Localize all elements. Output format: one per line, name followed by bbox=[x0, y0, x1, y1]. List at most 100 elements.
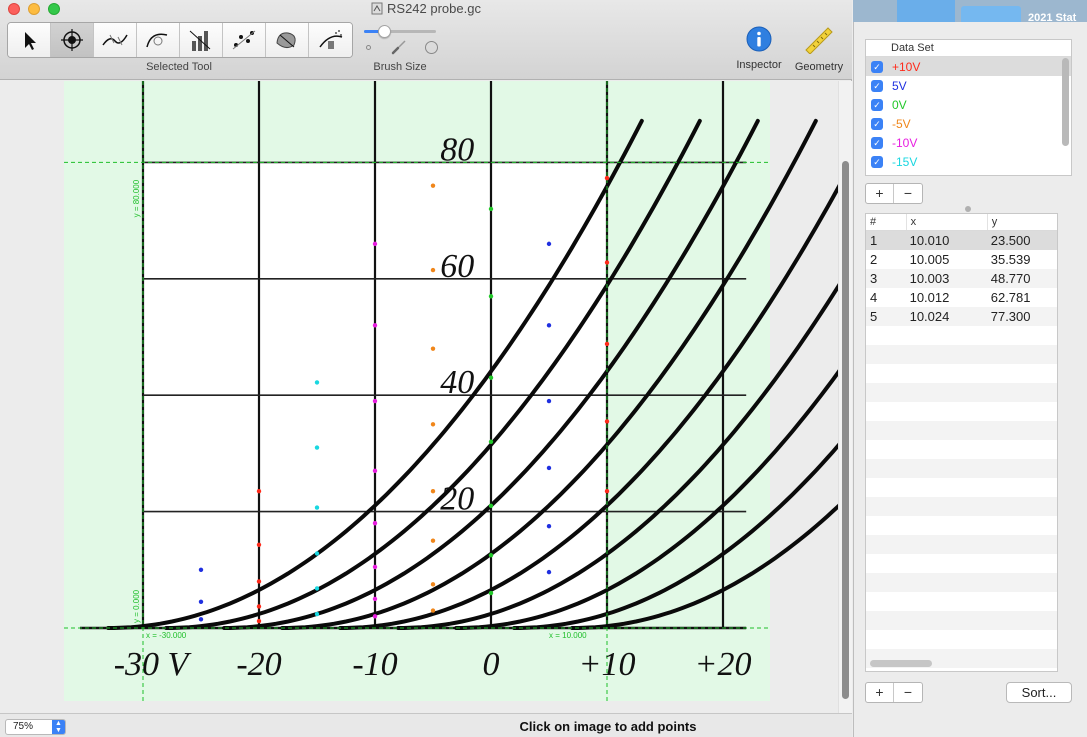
digitized-point-marker[interactable] bbox=[256, 542, 262, 547]
dataset-checkbox[interactable]: ✓ bbox=[871, 60, 883, 73]
desktop-folder-icon[interactable] bbox=[961, 6, 1021, 22]
digitized-point-marker[interactable] bbox=[488, 590, 494, 596]
spray-trace-tool-button[interactable] bbox=[309, 23, 352, 57]
column-header-x[interactable]: x bbox=[907, 214, 988, 230]
auto-trace-line-tool-button[interactable] bbox=[94, 23, 137, 57]
digitized-point-marker[interactable] bbox=[372, 398, 378, 404]
remove-point-button[interactable]: − bbox=[894, 683, 922, 702]
vertical-scrollbar[interactable] bbox=[838, 81, 852, 713]
dataset-scrollbar[interactable] bbox=[1062, 58, 1069, 146]
digitized-point-marker[interactable] bbox=[314, 611, 320, 617]
point-index-cell[interactable]: 4 bbox=[866, 288, 907, 307]
dataset-checkbox[interactable]: ✓ bbox=[871, 98, 883, 111]
scatter-trace-tool-button[interactable] bbox=[223, 23, 266, 57]
digitized-point-marker[interactable] bbox=[314, 380, 320, 385]
bar-trace-tool-button[interactable] bbox=[180, 23, 223, 57]
dataset-checkbox[interactable]: ✓ bbox=[871, 136, 883, 149]
digitized-point-marker[interactable] bbox=[256, 579, 262, 584]
digitized-point-marker[interactable] bbox=[546, 323, 552, 328]
digitized-point-marker[interactable] bbox=[430, 267, 436, 273]
digitized-point-marker[interactable] bbox=[372, 323, 378, 328]
digitized-point-marker[interactable] bbox=[256, 604, 262, 609]
point-y-cell[interactable]: 23.500 bbox=[988, 231, 1057, 250]
dataset-row[interactable]: ✓ -10V bbox=[866, 133, 1071, 152]
digitized-point-marker[interactable] bbox=[546, 569, 552, 575]
graph-image-canvas[interactable]: y = 80.000 y = 0.000 x = -30.000 x = 10.000… bbox=[0, 81, 838, 713]
inspector-button[interactable]: Inspector bbox=[733, 26, 785, 76]
zoom-select[interactable]: 75% ▲ ▼ bbox=[5, 719, 66, 735]
desktop-folder-icon[interactable] bbox=[897, 0, 955, 22]
auto-trace-arc-tool-button[interactable] bbox=[137, 23, 180, 57]
table-row[interactable]: 3 10.003 48.770 bbox=[866, 269, 1057, 288]
digitized-point-marker[interactable] bbox=[488, 206, 494, 212]
digitized-point-marker[interactable] bbox=[604, 489, 610, 494]
digitized-point-marker[interactable] bbox=[198, 599, 204, 605]
digitized-point-marker[interactable] bbox=[372, 596, 378, 602]
region-trace-tool-button[interactable] bbox=[266, 23, 309, 57]
digitized-point-marker[interactable] bbox=[488, 553, 494, 558]
geometry-button[interactable]: Geometry bbox=[790, 26, 848, 76]
zoom-stepper-icon[interactable]: ▲ ▼ bbox=[52, 720, 65, 734]
digitized-point-marker[interactable] bbox=[372, 564, 378, 570]
pointer-tool-button[interactable] bbox=[8, 23, 51, 57]
dataset-row[interactable]: ✓ 5V bbox=[866, 76, 1071, 95]
digitized-point-marker[interactable] bbox=[604, 419, 610, 424]
digitized-point-marker[interactable] bbox=[430, 489, 436, 494]
point-x-cell[interactable]: 10.003 bbox=[907, 269, 988, 288]
point-x-cell[interactable]: 10.012 bbox=[907, 288, 988, 307]
brush-size-slider-knob[interactable] bbox=[377, 25, 391, 38]
digitized-point-marker[interactable] bbox=[430, 422, 436, 427]
table-row[interactable]: 1 10.010 23.500 bbox=[866, 231, 1057, 250]
points-horizontal-scrollbar[interactable] bbox=[870, 660, 932, 667]
dataset-column-header[interactable]: Data Set bbox=[866, 40, 1071, 57]
point-y-cell[interactable]: 48.770 bbox=[988, 269, 1057, 288]
vertical-scroll-thumb[interactable] bbox=[842, 161, 849, 699]
table-row[interactable]: 5 10.024 77.300 bbox=[866, 307, 1057, 326]
digitized-point-marker[interactable] bbox=[314, 505, 320, 510]
table-row[interactable]: 4 10.012 62.781 bbox=[866, 288, 1057, 307]
digitized-point-marker[interactable] bbox=[198, 567, 204, 572]
digitized-point-marker[interactable] bbox=[314, 586, 320, 591]
dataset-row[interactable]: ✓ -5V bbox=[866, 114, 1071, 133]
digitized-point-marker[interactable] bbox=[430, 183, 436, 188]
digitized-point-marker[interactable] bbox=[488, 294, 494, 299]
digitized-point-marker[interactable] bbox=[314, 551, 320, 556]
digitized-point-marker[interactable] bbox=[546, 241, 552, 247]
point-x-cell[interactable]: 10.024 bbox=[907, 307, 988, 326]
digitized-point-marker[interactable] bbox=[546, 465, 552, 471]
digitized-point-marker[interactable] bbox=[604, 260, 610, 265]
point-x-cell[interactable]: 10.010 bbox=[907, 231, 988, 250]
digitized-point-marker[interactable] bbox=[430, 346, 436, 351]
dataset-checkbox[interactable]: ✓ bbox=[871, 117, 883, 130]
digitized-point-marker[interactable] bbox=[488, 375, 494, 380]
digitized-point-marker[interactable] bbox=[488, 439, 494, 444]
column-header-y[interactable]: y bbox=[988, 214, 1057, 230]
digitized-point-marker[interactable] bbox=[604, 175, 610, 181]
digitized-point-marker[interactable] bbox=[430, 608, 436, 613]
sort-button[interactable]: Sort... bbox=[1006, 682, 1072, 703]
digitized-point-marker[interactable] bbox=[430, 582, 436, 587]
table-row[interactable]: 2 10.005 35.539 bbox=[866, 250, 1057, 269]
add-point-tool-button[interactable] bbox=[51, 23, 94, 57]
dataset-row[interactable]: ✓ -15V bbox=[866, 152, 1071, 171]
digitized-point-marker[interactable] bbox=[198, 617, 204, 622]
remove-dataset-button[interactable]: − bbox=[894, 184, 922, 203]
point-index-cell[interactable]: 5 bbox=[866, 307, 907, 326]
point-y-cell[interactable]: 77.300 bbox=[988, 307, 1057, 326]
digitized-point-marker[interactable] bbox=[546, 398, 552, 404]
digitized-point-marker[interactable] bbox=[430, 538, 436, 543]
point-index-cell[interactable]: 2 bbox=[866, 250, 907, 269]
digitized-point-marker[interactable] bbox=[256, 489, 262, 494]
column-header-index[interactable]: # bbox=[866, 214, 907, 230]
dataset-checkbox[interactable]: ✓ bbox=[871, 79, 883, 92]
split-view-handle[interactable] bbox=[965, 206, 971, 212]
point-index-cell[interactable]: 1 bbox=[866, 231, 907, 250]
digitized-point-marker[interactable] bbox=[372, 614, 378, 619]
digitized-point-marker[interactable] bbox=[488, 503, 494, 508]
point-index-cell[interactable]: 3 bbox=[866, 269, 907, 288]
dataset-row[interactable]: ✓ +10V bbox=[866, 57, 1071, 76]
digitized-graph-image[interactable]: y = 80.000 y = 0.000 x = -30.000 x = 10.000… bbox=[0, 81, 838, 713]
digitized-point-marker[interactable] bbox=[372, 521, 378, 526]
digitized-point-marker[interactable] bbox=[372, 241, 378, 247]
digitized-point-marker[interactable] bbox=[256, 618, 262, 624]
